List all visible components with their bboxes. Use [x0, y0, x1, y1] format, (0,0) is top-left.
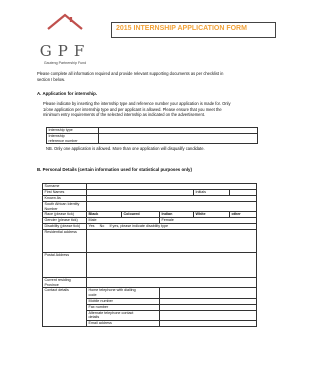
logo-subtitle: Gauteng Partnership Fund [43, 61, 87, 65]
province-field[interactable] [86, 277, 257, 289]
disability-option-no[interactable]: No [100, 224, 105, 228]
section-a-heading: A. Application for internship. [37, 91, 98, 96]
intro-text: Please complete all information required… [37, 71, 223, 82]
reference-number-label: Internship reference number [46, 132, 99, 145]
residential-address-label: Residential address [42, 229, 87, 254]
alternate-telephone-field[interactable] [159, 309, 257, 321]
house-roof-icon [47, 13, 83, 30]
postal-address-label: Postal Address [42, 252, 87, 279]
application-form-page: GPF Gauteng Partnership Fund 2015 INTERN… [0, 0, 298, 386]
home-telephone-field[interactable] [159, 287, 257, 299]
section-a-line: Please indicate by inserting the interns… [43, 101, 231, 106]
email-address-field[interactable] [159, 319, 257, 327]
province-label: Current residing Province [42, 277, 87, 289]
section-a-text: Please indicate by inserting the interns… [43, 101, 231, 118]
internship-table: Internship type Internship reference num… [46, 127, 258, 145]
disability-option-yes[interactable]: Yes [89, 224, 95, 228]
logo-letters: GPF [39, 42, 91, 60]
alternate-telephone-label: Alternate telephone contact details [86, 309, 160, 321]
section-b-heading: B. Personal Details (certain information… [37, 167, 192, 172]
personal-details-table: Surname First Names Initials Known As So… [42, 183, 257, 327]
form-title-box: 2015 INTERNSHIP APPLICATION FORM [111, 22, 276, 38]
postal-address-field[interactable] [86, 252, 257, 279]
section-a-line: minimum entry requirements of the select… [43, 112, 206, 118]
reference-number-field[interactable] [98, 132, 258, 145]
section-a-note: NB. Only one application is allowed. Mor… [46, 146, 205, 151]
home-telephone-label: Home telephone with dialling code [86, 287, 160, 299]
intro-line: section I below. [37, 76, 65, 82]
disability-type-note: If yes, please indicate disability type [109, 224, 169, 229]
residential-address-field[interactable] [86, 229, 257, 254]
gpf-logo: GPF Gauteng Partnership Fund [30, 12, 100, 68]
intro-line: Please complete all information required… [37, 71, 224, 76]
email-address-label: Email address [86, 319, 160, 327]
id-number-label: South African Identity Number [42, 200, 87, 213]
form-title: 2015 INTERNSHIP APPLICATION FORM [116, 25, 247, 32]
id-number-field[interactable] [86, 200, 257, 213]
contact-details-label: Contact details [42, 287, 87, 327]
